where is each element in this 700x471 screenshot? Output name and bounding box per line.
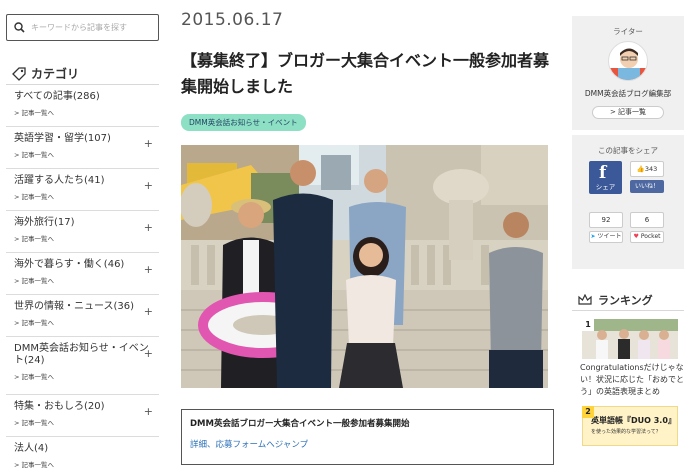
tweet-count: 92: [589, 212, 623, 228]
category-article-list-link[interactable]: > 記事一覧へ: [14, 191, 159, 201]
category-item-world-news[interactable]: 世界の情報・ニュース(36) > 記事一覧へ +: [6, 295, 159, 337]
category-article-list-link[interactable]: > 記事一覧へ: [14, 107, 159, 117]
left-sidebar: カテゴリ すべての記事(286) > 記事一覧へ 英語学習・留学(107) > …: [6, 14, 159, 471]
category-article-list-link[interactable]: > 記事一覧へ: [14, 417, 159, 427]
ranking-item[interactable]: 英単語帳『DUO 3.0』 を使った効果的な学習法って？ 2: [572, 406, 684, 446]
like-count-value: 343: [644, 165, 658, 173]
category-article-list-link[interactable]: > 記事一覧へ: [14, 317, 159, 327]
ranking-thumbnail[interactable]: 英単語帳『DUO 3.0』 を使った効果的な学習法って？: [582, 406, 678, 446]
like-button-label: いいね！: [634, 183, 659, 190]
article-category-tag[interactable]: DMM英会話お知らせ・イベント: [181, 114, 306, 131]
search-input[interactable]: [31, 23, 151, 32]
category-label[interactable]: 法人(4): [14, 443, 159, 455]
category-item-features[interactable]: 特集・おもしろ(20) > 記事一覧へ +: [6, 395, 159, 437]
search-icon: [14, 22, 25, 33]
ranking-item-title[interactable]: Congratulationsだけじゃない！状況に応じた「おめでとう」の英語表現…: [572, 362, 684, 398]
category-item-corporate[interactable]: 法人(4) > 記事一覧へ: [6, 437, 159, 471]
facebook-share-label: シェア: [595, 183, 616, 191]
category-item-all[interactable]: すべての記事(286) > 記事一覧へ: [6, 85, 159, 127]
ranking-number: 1: [582, 319, 594, 331]
tweet-button[interactable]: ➤ ツイート: [589, 231, 623, 243]
pocket-button-label: Pocket: [640, 233, 661, 240]
expand-plus-icon[interactable]: +: [144, 263, 153, 276]
category-item-english-study[interactable]: 英語学習・留学(107) > 記事一覧へ +: [6, 127, 159, 169]
group-photo-illustration: [181, 145, 548, 388]
article-main: 2015.06.17 【募集終了】ブロガー大集合イベント一般参加者募集開始しまし…: [181, 10, 554, 465]
category-label[interactable]: すべての記事(286): [14, 91, 159, 103]
pocket-icon: ♥: [633, 233, 639, 240]
twitter-bird-icon: ➤: [590, 233, 596, 240]
expand-plus-icon[interactable]: +: [144, 347, 153, 360]
expand-plus-icon[interactable]: +: [144, 405, 153, 418]
category-article-list-link[interactable]: > 記事一覧へ: [14, 233, 159, 243]
table-of-contents-box: DMM英会話ブロガー大集合イベント一般参加者募集開始 詳細、応募フォームへジャン…: [181, 409, 554, 465]
thumbnail-subheading: を使った効果的な学習法って？: [591, 429, 661, 435]
ranking-thumbnail[interactable]: [582, 319, 678, 359]
tweet-count-value: 92: [601, 216, 611, 224]
category-article-list-link[interactable]: > 記事一覧へ: [14, 371, 159, 381]
share-box: この記事をシェア f シェア 👍343 いいね！ 92 ➤ ツイート 6 ♥ P…: [572, 135, 684, 269]
ranking-number: 2: [582, 406, 594, 418]
writer-label: ライター: [613, 27, 643, 36]
article-title: 【募集終了】ブロガー大集合イベント一般参加者募集開始しました: [181, 51, 550, 96]
category-label[interactable]: 特集・おもしろ(20): [14, 401, 159, 413]
category-label[interactable]: DMM英会話お知らせ・イベント(24): [14, 343, 152, 367]
like-count: 👍343: [630, 161, 664, 177]
writer-article-list-button[interactable]: > 記事一覧: [592, 106, 664, 119]
writer-avatar[interactable]: [608, 41, 648, 81]
category-label[interactable]: 世界の情報・ニュース(36): [14, 301, 159, 313]
tag-icon: [12, 66, 26, 81]
category-label[interactable]: 海外で暮らす・働く(46): [14, 259, 159, 271]
category-label[interactable]: 英語学習・留学(107): [14, 133, 159, 145]
ranking-heading: ランキング: [572, 289, 684, 311]
tweet-button-label: ツイート: [597, 233, 622, 240]
thumbnail-heading: 英単語帳『DUO 3.0』: [591, 416, 676, 425]
facebook-like-button[interactable]: いいね！: [630, 180, 664, 193]
right-sidebar: ライター DMM英会話ブログ編集部 > 記事一覧 この記事をシェア f シェア …: [572, 16, 684, 446]
pocket-button[interactable]: ♥ Pocket: [630, 231, 664, 243]
article-date: 2015.06.17: [181, 10, 284, 30]
category-article-list-link[interactable]: > 記事一覧へ: [14, 149, 159, 159]
expand-plus-icon[interactable]: +: [144, 137, 153, 150]
category-item-dmm-news-events[interactable]: DMM英会話お知らせ・イベント(24) > 記事一覧へ +: [6, 337, 159, 395]
writer-avatar-illustration: [609, 48, 647, 80]
writer-box: ライター DMM英会話ブログ編集部 > 記事一覧: [572, 16, 684, 130]
toc-title: DMM英会話ブロガー大集合イベント一般参加者募集開始: [190, 419, 410, 429]
writer-name[interactable]: DMM英会話ブログ編集部: [572, 88, 684, 99]
wedding-photo-illustration: [582, 319, 678, 359]
pocket-count-value: 6: [644, 216, 650, 224]
expand-plus-icon[interactable]: +: [144, 305, 153, 318]
article-hero-image: [181, 145, 548, 388]
pocket-count: 6: [630, 212, 664, 228]
thumbs-up-icon: 👍: [636, 165, 645, 173]
category-item-living-abroad[interactable]: 海外で暮らす・働く(46) > 記事一覧へ +: [6, 253, 159, 295]
facebook-icon: f: [599, 163, 607, 183]
category-article-list-link[interactable]: > 記事一覧へ: [14, 275, 159, 285]
category-heading-label: カテゴリ: [31, 67, 80, 81]
ranking-item[interactable]: 1 Congratulationsだけじゃない！状況に応じた「おめでとう」の英語…: [572, 319, 684, 398]
ranking-heading-label: ランキング: [598, 293, 653, 307]
category-label[interactable]: 海外旅行(17): [14, 217, 159, 229]
jump-to-form-link[interactable]: 詳細、応募フォームへジャンプ: [190, 438, 545, 450]
category-label[interactable]: 活躍する人たち(41): [14, 175, 159, 187]
expand-plus-icon[interactable]: +: [144, 221, 153, 234]
category-item-overseas-travel[interactable]: 海外旅行(17) > 記事一覧へ +: [6, 211, 159, 253]
crown-icon: [578, 294, 592, 305]
search-box[interactable]: [6, 14, 159, 41]
facebook-share-button[interactable]: f シェア: [589, 161, 622, 194]
category-article-list-link[interactable]: > 記事一覧へ: [14, 459, 159, 469]
expand-plus-icon[interactable]: +: [144, 179, 153, 192]
category-item-active-people[interactable]: 活躍する人たち(41) > 記事一覧へ +: [6, 169, 159, 211]
category-heading: カテゴリ: [6, 63, 159, 85]
share-label: この記事をシェア: [598, 146, 658, 155]
